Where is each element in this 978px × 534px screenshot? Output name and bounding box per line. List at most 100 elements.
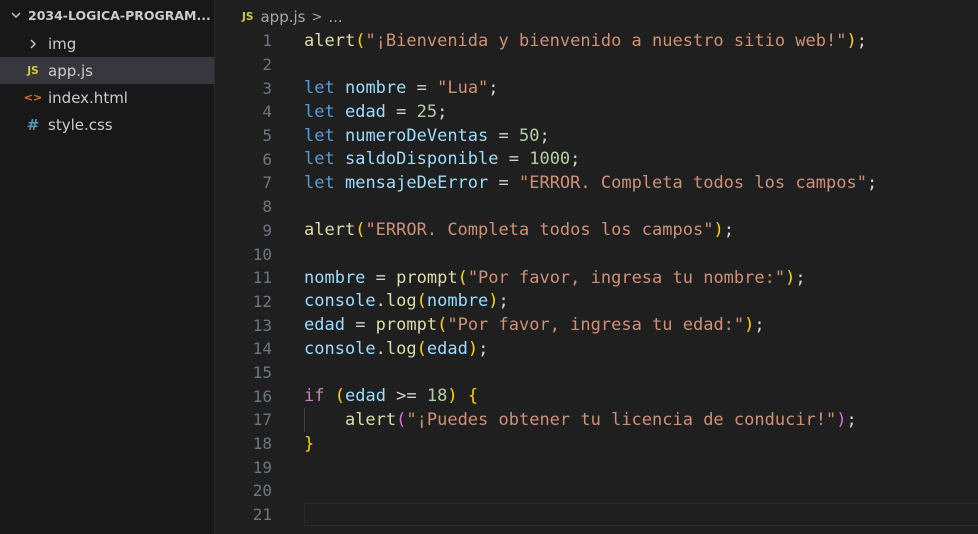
code-token: ; <box>795 267 806 288</box>
code-token: = <box>365 267 397 288</box>
code-token: = <box>488 172 519 193</box>
code-area[interactable]: 1 alert("¡Bienvenida y bienvenido a nuest… <box>215 29 978 527</box>
code-text: let saldoDisponible = 1000; <box>304 149 580 169</box>
tree-item-label: style.css <box>48 115 113 134</box>
indent-guide <box>304 408 305 432</box>
code-line[interactable]: 20 <box>215 479 978 503</box>
line-number: 8 <box>262 197 272 217</box>
code-line[interactable]: 1 alert("¡Bienvenida y bienvenido a nuest… <box>215 29 978 53</box>
code-token: ( <box>396 409 407 430</box>
code-token: ) <box>447 386 458 407</box>
explorer-folder-header[interactable]: 2034-LOGICA-PROGRAM... <box>0 0 214 30</box>
code-line[interactable]: 15 <box>215 361 978 385</box>
breadcrumb-symbols[interactable]: ... <box>328 8 342 26</box>
code-line[interactable]: 10 <box>215 242 978 266</box>
code-token: alert <box>344 409 397 430</box>
line-number: 1 <box>262 31 272 51</box>
code-line[interactable]: 3 let nombre = "Lua"; <box>215 76 978 100</box>
html-file-icon: <> <box>23 91 43 104</box>
code-token: ; <box>488 78 499 99</box>
line-number: 19 <box>252 457 272 477</box>
line-number: 5 <box>262 126 272 146</box>
code-text: let nombre = "Lua"; <box>304 78 499 98</box>
code-line[interactable]: 7 let mensajeDeError = "ERROR. Completa t… <box>215 171 978 195</box>
code-line[interactable]: 6 let saldoDisponible = 1000; <box>215 147 978 171</box>
code-line[interactable]: 5 let numeroDeVentas = 50; <box>215 124 978 148</box>
breadcrumb-file[interactable]: app.js <box>260 8 305 26</box>
code-line[interactable]: 11 nombre = prompt("Por favor, ingresa tu… <box>215 266 978 290</box>
code-token: ; <box>437 101 448 122</box>
code-token: "¡Puedes obtener tu licencia de conducir… <box>406 409 837 430</box>
code-line[interactable]: 9 alert("ERROR. Completa todos los campos… <box>215 219 978 243</box>
code-token: edad <box>304 315 345 336</box>
code-token: let <box>304 101 335 122</box>
code-token: ( <box>437 315 448 336</box>
tree-item-label: img <box>48 34 77 53</box>
tree-item-img[interactable]: img <box>0 30 214 57</box>
code-token: 18 <box>426 386 448 407</box>
code-line[interactable]: 4 let edad = 25; <box>215 100 978 124</box>
line-number: 2 <box>262 55 272 75</box>
code-line[interactable]: 2 <box>215 53 978 77</box>
tree-item-index-html[interactable]: <> index.html <box>0 84 214 111</box>
code-token: = <box>344 315 376 336</box>
code-line[interactable]: 14 console.log(edad); <box>215 337 978 361</box>
code-token: console <box>304 338 376 359</box>
code-token: ( <box>416 338 427 359</box>
js-file-icon: JS <box>242 11 254 23</box>
code-line[interactable]: 13 edad = prompt("Por favor, ingresa tu e… <box>215 313 978 337</box>
code-token: ; <box>539 125 550 146</box>
code-token: = <box>498 149 530 170</box>
tree-item-style-css[interactable]: # style.css <box>0 111 214 138</box>
code-line[interactable]: 17 alert("¡Puedes obtener tu licencia de… <box>215 408 978 432</box>
tree-item-label: app.js <box>48 61 93 80</box>
code-token: } <box>304 433 315 454</box>
code-text: } <box>304 434 314 454</box>
code-token: >= <box>385 386 427 407</box>
code-token: let <box>304 78 335 99</box>
code-text: alert("ERROR. Completa todos los campos"… <box>304 220 734 240</box>
code-token: nombre <box>344 78 407 99</box>
explorer-sidebar: 2034-LOGICA-PROGRAM... img JS app.js <> … <box>0 0 215 534</box>
code-token: ( <box>334 386 345 407</box>
code-token: saldoDisponible <box>344 149 499 170</box>
code-line[interactable]: 18} <box>215 432 978 456</box>
code-editor[interactable]: JS app.js > ... 1 alert("¡Bienvenida y bi… <box>215 0 978 534</box>
code-token: = <box>488 125 519 146</box>
code-line[interactable]: 16 if (edad >= 18) { <box>215 384 978 408</box>
code-line[interactable]: 21 <box>215 502 978 527</box>
code-token: ; <box>846 409 857 430</box>
code-token: let <box>304 172 335 193</box>
code-token: numeroDeVentas <box>344 125 489 146</box>
code-token: ( <box>355 30 366 51</box>
chevron-down-icon <box>8 9 24 21</box>
code-token: . <box>375 291 386 312</box>
code-text: nombre = prompt("Por favor, ingresa tu n… <box>304 268 806 288</box>
tree-item-label: index.html <box>48 88 128 107</box>
code-token: = <box>406 78 438 99</box>
code-token: "Por favor, ingresa tu nombre:" <box>467 267 786 288</box>
code-token: nombre <box>304 267 366 288</box>
code-line[interactable]: 8 <box>215 195 978 219</box>
tree-item-app-js[interactable]: JS app.js <box>0 57 214 84</box>
code-text: let mensajeDeError = "ERROR. Completa to… <box>304 173 877 193</box>
line-number: 16 <box>252 386 272 406</box>
line-number: 21 <box>252 505 272 525</box>
code-line[interactable]: 19 <box>215 455 978 479</box>
code-token: let <box>304 149 335 170</box>
code-line[interactable]: 12 console.log(nombre); <box>215 290 978 314</box>
code-text: if (edad >= 18) { <box>304 386 478 406</box>
code-token: ; <box>866 172 878 193</box>
code-token: ) <box>744 315 755 336</box>
code-token: ) <box>467 338 479 359</box>
code-token: ; <box>723 220 734 241</box>
code-text: alert("¡Puedes obtener tu licencia de co… <box>304 410 857 430</box>
code-token: let <box>304 125 335 146</box>
css-file-icon: # <box>26 115 40 134</box>
code-token: { <box>467 386 479 407</box>
code-token: ( <box>457 267 468 288</box>
